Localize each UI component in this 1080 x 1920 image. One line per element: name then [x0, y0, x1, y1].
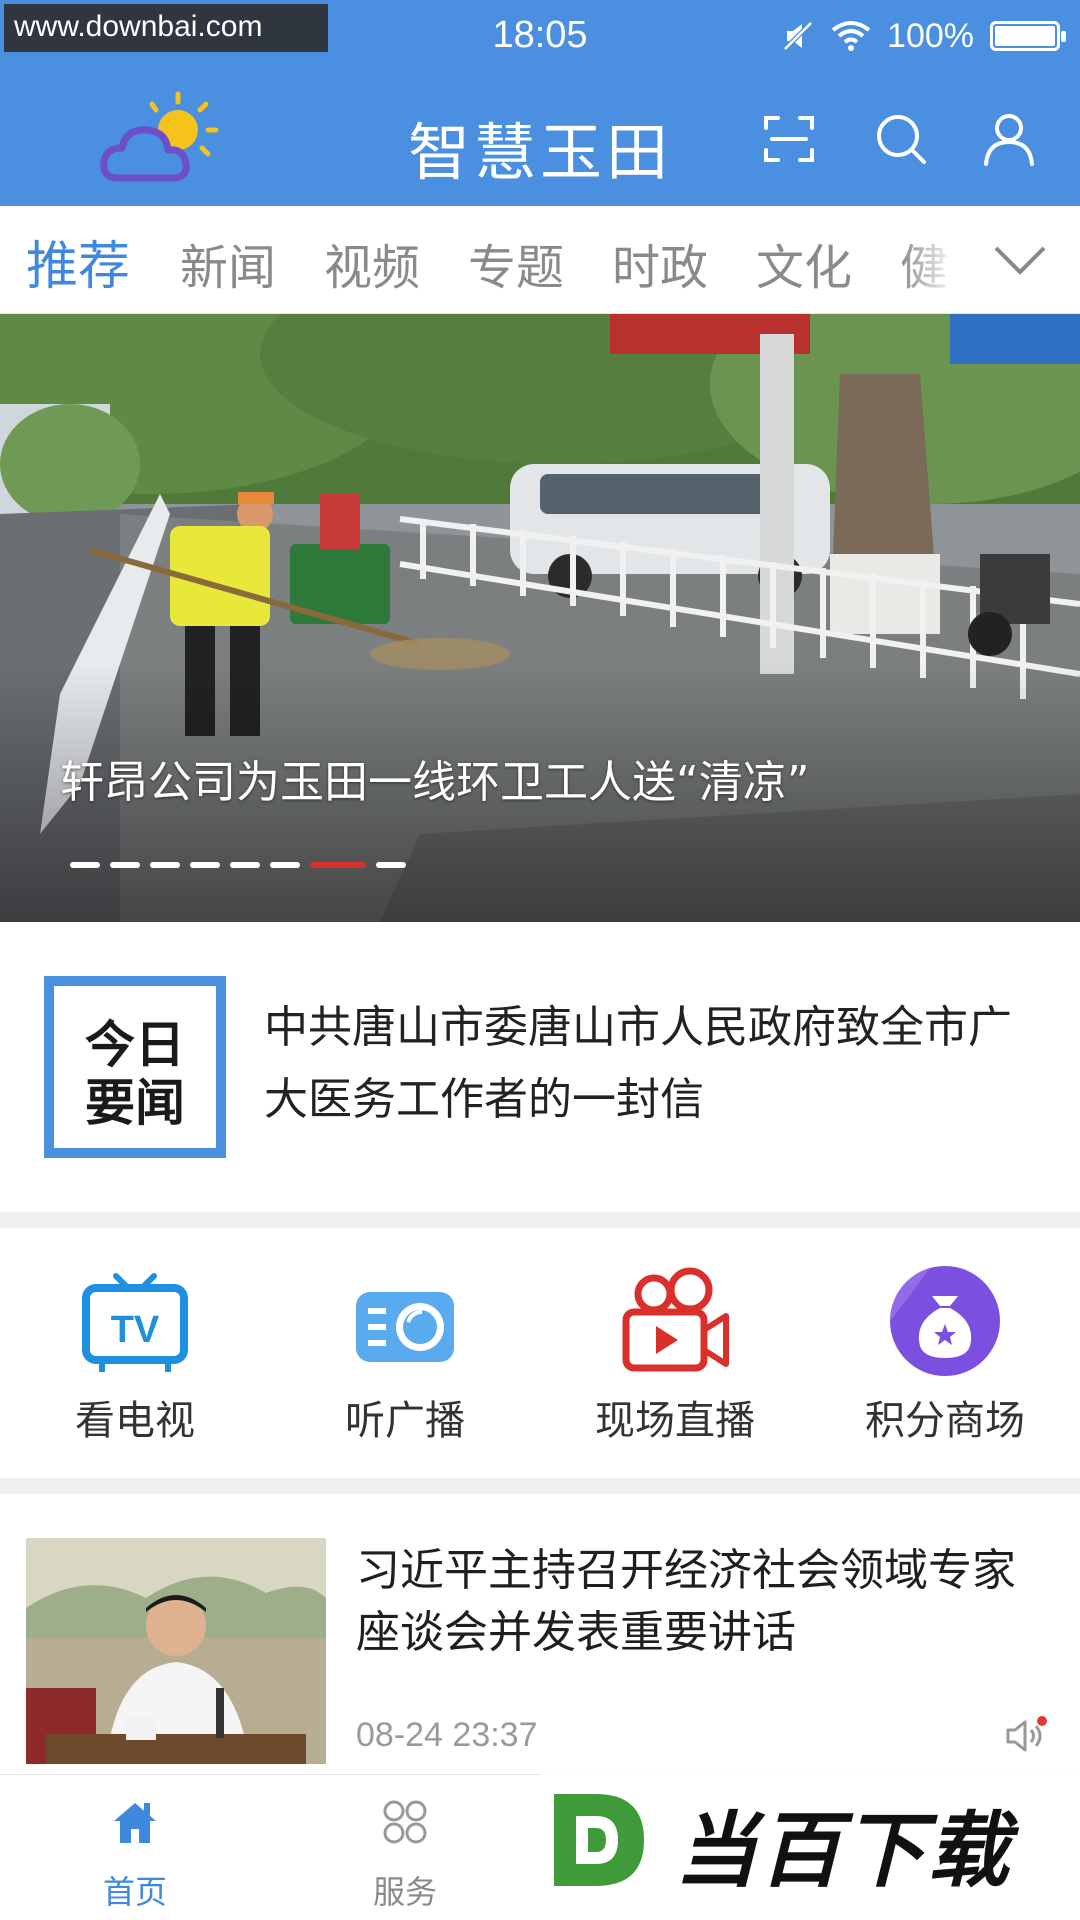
nav-services-label: 服务 — [372, 1873, 437, 1911]
status-bar: www.downbai.com 18:05 100% — [0, 0, 1080, 74]
brand-text: 当百下载 — [675, 1804, 1011, 1899]
today-headline[interactable]: 今日 要闻 中共唐山市委唐山市人民政府致全市广大医务工作者的一封信 — [0, 922, 1080, 1212]
video-camera-icon — [622, 1267, 729, 1372]
quick-link-label: 现场直播 — [595, 1398, 755, 1444]
news-thumbnail — [26, 1538, 326, 1764]
carousel-dot-active — [310, 862, 366, 868]
news-timestamp: 08-24 23:37 — [356, 1716, 538, 1754]
tab-topics[interactable]: 专题 — [468, 228, 564, 298]
home-icon — [114, 1803, 156, 1843]
battery-percent: 100% — [887, 16, 974, 55]
carousel-indicator — [70, 862, 406, 868]
badge-line-1: 今日 — [85, 1016, 185, 1074]
tab-recommend[interactable]: 推荐 — [26, 224, 130, 299]
headline-text[interactable]: 中共唐山市委唐山市人民政府致全市广大医务工作者的一封信 — [264, 992, 1044, 1136]
quick-link-label: 看电视 — [75, 1398, 195, 1444]
brand-logo-icon — [554, 1794, 644, 1886]
services-grid-icon — [383, 1800, 427, 1844]
quick-link-live[interactable]: 现场直播 — [540, 1248, 810, 1468]
carousel-dot — [110, 862, 140, 868]
nav-home-label: 首页 — [102, 1873, 167, 1911]
quick-links: TV 看电视 听广播 现场直播 积分商场 — [0, 1228, 1080, 1478]
tab-news[interactable]: 新闻 — [180, 228, 276, 298]
carousel-dot — [376, 862, 406, 868]
carousel-dot — [230, 862, 260, 868]
quick-link-tv[interactable]: TV 看电视 — [0, 1248, 270, 1468]
nav-services[interactable]: 服务 — [270, 1775, 540, 1920]
carousel-dot — [150, 862, 180, 868]
section-divider — [0, 1478, 1080, 1494]
speaker-icon[interactable] — [1004, 1716, 1048, 1756]
banner-carousel[interactable]: 轩昂公司为玉田一线环卫工人送“清凉” — [0, 314, 1080, 922]
search-icon[interactable] — [872, 110, 930, 168]
wifi-icon — [831, 21, 871, 51]
news-title[interactable]: 习近平主持召开经济社会领域专家座谈会并发表重要讲话 — [356, 1540, 1046, 1664]
carousel-dot — [70, 862, 100, 868]
today-news-badge: 今日 要闻 — [44, 976, 226, 1158]
mute-icon — [783, 21, 813, 51]
money-bag-icon — [890, 1266, 1000, 1376]
quick-link-label: 听广播 — [345, 1398, 465, 1444]
chevron-down-icon[interactable] — [990, 234, 1050, 284]
brand-watermark: 当百下载 — [540, 1764, 1080, 1920]
battery-icon — [990, 21, 1066, 51]
quick-link-label: 积分商场 — [865, 1398, 1025, 1444]
section-divider — [0, 1212, 1080, 1228]
tab-video[interactable]: 视频 — [324, 228, 420, 298]
banner-title[interactable]: 轩昂公司为玉田一线环卫工人送“清凉” — [60, 746, 810, 810]
scan-icon[interactable] — [760, 110, 818, 168]
svg-text:TV: TV — [111, 1309, 160, 1351]
badge-line-2: 要闻 — [85, 1074, 185, 1132]
quick-link-radio[interactable]: 听广播 — [270, 1248, 540, 1468]
carousel-dot — [190, 862, 220, 868]
app-header: 智慧玉田 — [0, 74, 1080, 206]
radio-icon — [356, 1292, 454, 1362]
tv-icon: TV — [82, 1273, 188, 1372]
tab-culture[interactable]: 文化 — [756, 228, 852, 298]
carousel-dot — [270, 862, 300, 868]
user-icon[interactable] — [980, 110, 1038, 168]
nav-home[interactable]: 首页 — [0, 1775, 270, 1920]
news-item[interactable]: 习近平主持召开经济社会领域专家座谈会并发表重要讲话 08-24 23:37 — [0, 1494, 1080, 1766]
category-tabs: 推荐 新闻 视频 专题 时政 文化 健 — [0, 206, 1080, 314]
quick-link-points-mall[interactable]: 积分商场 — [810, 1248, 1080, 1468]
tab-politics[interactable]: 时政 — [612, 228, 708, 298]
status-indicators: 100% — [781, 16, 1066, 56]
